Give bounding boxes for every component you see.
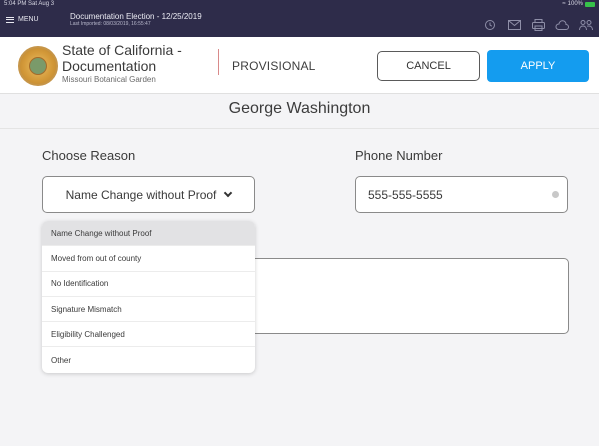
reason-selected-value: Name Change without Proof: [65, 187, 217, 202]
apply-button[interactable]: APPLY: [487, 50, 589, 82]
organization-info: State of California - Documentation Miss…: [62, 42, 182, 84]
status-indicators: ≈ 100%: [562, 1, 595, 7]
header-divider: [218, 49, 219, 75]
cancel-button[interactable]: CANCEL: [377, 51, 480, 81]
status-time: 5:04 PM Sat Aug 3: [4, 1, 55, 7]
chevron-down-icon: [224, 188, 233, 197]
notes-textarea[interactable]: [250, 258, 569, 334]
election-info: Documentation Election - 12/25/2019 Last…: [70, 12, 202, 27]
reason-option[interactable]: Other: [42, 347, 255, 372]
reason-option[interactable]: Moved from out of county: [42, 246, 255, 272]
phone-value: 555-555-5555: [368, 187, 443, 202]
clear-icon[interactable]: [552, 191, 559, 198]
page-header: State of California - Documentation Miss…: [0, 37, 599, 94]
ballot-type-label: PROVISIONAL: [232, 59, 316, 73]
phone-input[interactable]: 555-555-5555: [355, 176, 568, 213]
phone-label: Phone Number: [355, 148, 443, 163]
battery-icon: [585, 1, 595, 7]
state-seal-logo: [18, 46, 58, 86]
app-top-bar: 5:04 PM Sat Aug 3 ≈ 100% MENU Documentat…: [0, 0, 599, 37]
seal-center: [29, 57, 47, 75]
last-imported: Last Imported: 08/03/2019, 16:55:47: [70, 20, 151, 27]
voter-name: George Washington: [228, 100, 371, 117]
wifi-icon: ≈: [562, 1, 566, 7]
printer-icon[interactable]: [531, 18, 545, 32]
cloud-icon[interactable]: [555, 18, 569, 32]
hamburger-icon: [6, 16, 14, 23]
reason-select[interactable]: Name Change without Proof: [42, 176, 255, 213]
reason-dropdown-list: Name Change without Proof Moved from out…: [42, 221, 255, 373]
name-divider: [0, 128, 599, 129]
reason-option[interactable]: Signature Mismatch: [42, 297, 255, 323]
history-icon[interactable]: [483, 18, 497, 32]
menu-label: MENU: [18, 16, 39, 23]
reason-option[interactable]: No Identification: [42, 272, 255, 297]
reason-option[interactable]: Eligibility Challenged: [42, 322, 255, 348]
org-location: Missouri Botanical Garden: [62, 75, 156, 85]
users-icon[interactable]: [579, 18, 593, 32]
org-name-line2: Documentation: [62, 58, 157, 75]
battery-percent: 100%: [567, 1, 583, 7]
org-name-line1: State of California -: [62, 42, 182, 58]
reason-option[interactable]: Name Change without Proof: [42, 221, 255, 247]
reason-label: Choose Reason: [42, 148, 136, 163]
menu-button[interactable]: MENU: [6, 16, 39, 23]
toolbar-icons: [483, 18, 593, 32]
mail-icon[interactable]: [507, 18, 521, 32]
